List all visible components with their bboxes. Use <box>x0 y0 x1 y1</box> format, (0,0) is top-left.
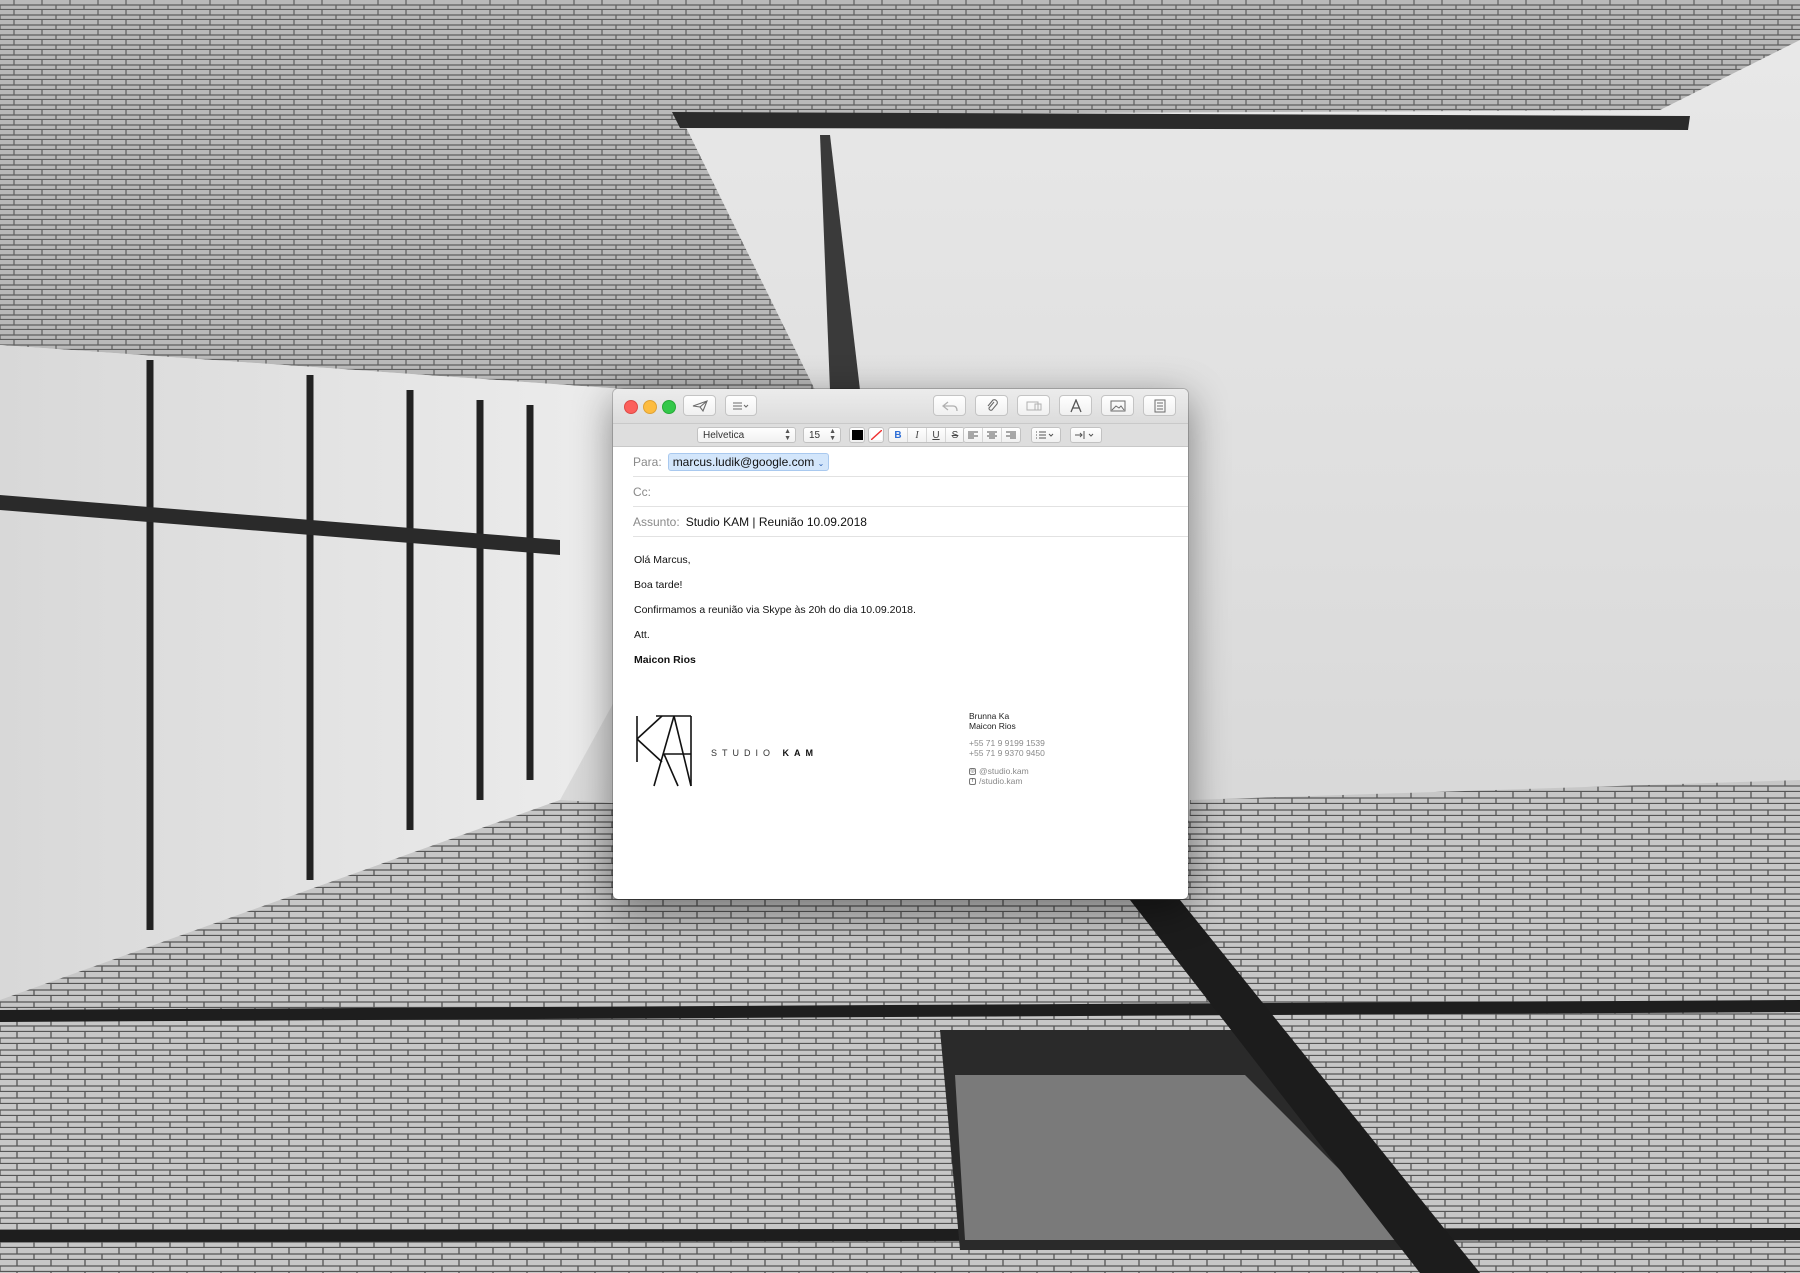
cc-label: Cc: <box>633 484 651 499</box>
instagram-link[interactable]: ◎ @studio.kam <box>969 766 1045 776</box>
no-color-icon <box>870 430 882 440</box>
studio-wordmark: STUDIO KAM <box>711 748 818 758</box>
stationery-button[interactable] <box>1143 395 1176 416</box>
alignment-group <box>963 427 1021 443</box>
signature-phone: +55 71 9 9199 1539 <box>969 738 1045 748</box>
font-family-value: Helvetica <box>703 429 745 441</box>
facebook-link[interactable]: f /studio.kam <box>969 776 1045 786</box>
recipient-token[interactable]: marcus.ludik@google.com ⌄ <box>667 452 830 471</box>
studio-word: STUDIO <box>711 748 776 758</box>
insert-image-button[interactable] <box>1101 395 1134 416</box>
facebook-icon: f <box>969 777 976 785</box>
paper-plane-icon <box>692 399 708 412</box>
list-style-button[interactable] <box>1031 427 1061 443</box>
image-icon <box>1110 400 1126 412</box>
text-style-group: B I U S <box>888 427 965 443</box>
align-left-button[interactable] <box>964 428 983 442</box>
align-right-icon <box>1006 431 1016 439</box>
to-label: Para: <box>633 454 662 469</box>
reply-button[interactable] <box>933 395 966 416</box>
align-left-icon <box>968 431 978 439</box>
send-button[interactable] <box>683 395 716 416</box>
attach-button[interactable] <box>975 395 1008 416</box>
zoom-window-button[interactable] <box>662 400 676 414</box>
indent-icon <box>1075 431 1094 439</box>
body-line: Confirmamos a reunião via Skype às 20h d… <box>634 604 916 616</box>
header-fields-button[interactable] <box>725 395 757 416</box>
cc-field-row[interactable]: Cc: <box>633 477 1188 507</box>
align-right-button[interactable] <box>1002 428 1020 442</box>
strikethrough-button[interactable]: S <box>946 428 964 442</box>
sender-name: Maicon Rios <box>634 654 696 666</box>
kam-word: KAM <box>782 748 819 758</box>
stepper-arrows-icon: ▲ ▼ <box>784 428 791 442</box>
mail-compose-window: Helvetica ▲ ▼ 15 ▲ ▼ B I U S Para: marcu… <box>613 389 1188 899</box>
photo-browser-icon <box>1026 400 1042 412</box>
stepper-arrows-icon: ▲ ▼ <box>829 428 836 442</box>
window-toolbar <box>613 389 1188 424</box>
font-family-select[interactable]: Helvetica ▲ ▼ <box>697 427 796 443</box>
text-color-well[interactable] <box>849 427 865 443</box>
indent-button[interactable] <box>1070 427 1102 443</box>
subject-label: Assunto: <box>633 514 680 529</box>
subject-field-row[interactable]: Assunto: Studio KAM | Reunião 10.09.2018 <box>633 507 1188 537</box>
underline-button[interactable]: U <box>927 428 946 442</box>
list-icon <box>732 401 750 411</box>
format-bar: Helvetica ▲ ▼ 15 ▲ ▼ B I U S <box>613 424 1188 447</box>
align-center-icon <box>987 431 997 439</box>
subject-input[interactable]: Studio KAM | Reunião 10.09.2018 <box>686 515 867 529</box>
chevron-down-icon: ⌄ <box>817 458 825 468</box>
facebook-handle: /studio.kam <box>979 776 1023 786</box>
close-window-button[interactable] <box>624 400 638 414</box>
body-line: Boa tarde! <box>634 579 683 591</box>
photo-browser-button[interactable] <box>1017 395 1050 416</box>
instagram-handle: @studio.kam <box>979 766 1029 776</box>
minimize-window-button[interactable] <box>643 400 657 414</box>
font-size-select[interactable]: 15 ▲ ▼ <box>803 427 841 443</box>
format-button[interactable] <box>1059 395 1092 416</box>
body-line: Olá Marcus, <box>634 554 691 566</box>
to-field-row: Para: marcus.ludik@google.com ⌄ <box>633 447 1188 477</box>
studio-kam-logo <box>634 714 694 793</box>
message-body[interactable]: Olá Marcus, Boa tarde! Confirmamos a reu… <box>634 554 916 679</box>
document-icon <box>1154 399 1166 413</box>
signature-contacts: Brunna Ka Maicon Rios +55 71 9 9199 1539… <box>969 711 1045 786</box>
instagram-icon: ◎ <box>969 767 976 775</box>
font-size-value: 15 <box>809 429 821 441</box>
reply-arrow-icon <box>941 400 958 412</box>
color-swatch <box>851 430 863 440</box>
body-line: Att. <box>634 629 650 641</box>
signature-name: Maicon Rios <box>969 721 1016 731</box>
background-color-well[interactable] <box>868 427 884 443</box>
paperclip-icon <box>985 398 999 413</box>
font-a-icon <box>1069 398 1083 413</box>
bulleted-list-icon <box>1036 431 1054 439</box>
align-center-button[interactable] <box>983 428 1002 442</box>
signature-name: Brunna Ka <box>969 711 1010 721</box>
bold-button[interactable]: B <box>889 428 908 442</box>
italic-button[interactable]: I <box>908 428 927 442</box>
signature-phone: +55 71 9 9370 9450 <box>969 748 1045 758</box>
recipient-email: marcus.ludik@google.com <box>672 454 815 469</box>
